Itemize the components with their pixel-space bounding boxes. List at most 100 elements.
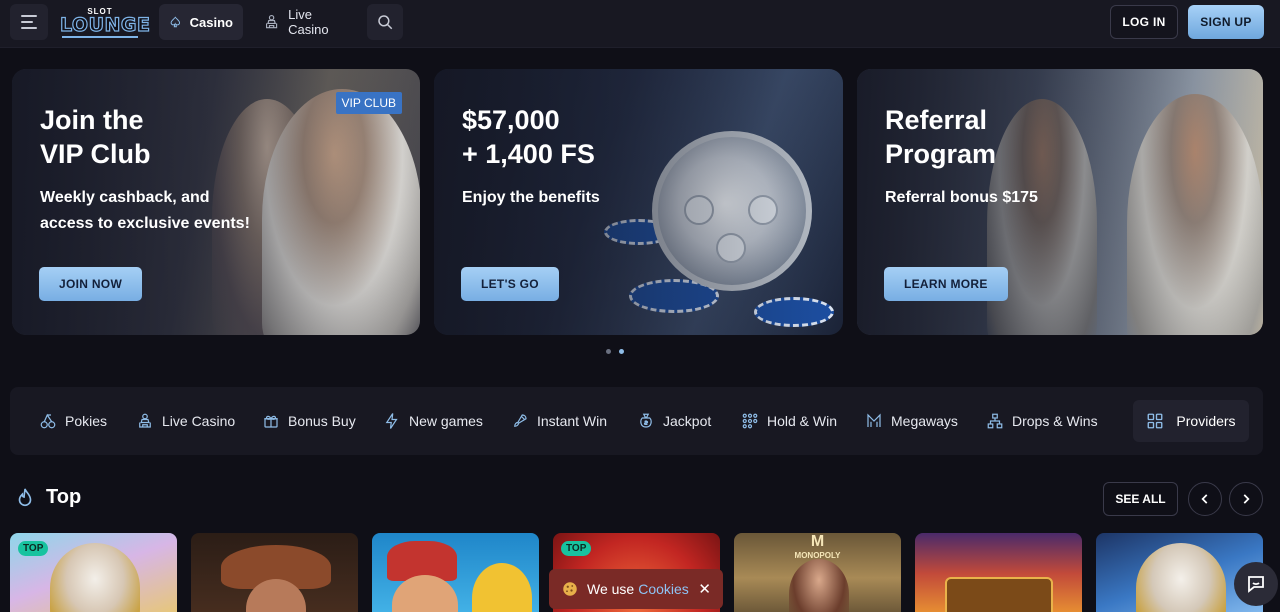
- banner-title: Referral Program: [885, 103, 996, 171]
- category-label: Jackpot: [663, 413, 712, 429]
- chat-button[interactable]: [1234, 562, 1278, 606]
- lets-go-button[interactable]: LET'S GO: [461, 267, 559, 301]
- game-art: [50, 543, 140, 612]
- menu-line: [21, 21, 33, 23]
- game-tile[interactable]: [372, 533, 539, 612]
- banner-text-line: Enjoy the benefits: [462, 189, 600, 206]
- category-label: New games: [409, 413, 483, 429]
- top-header: SLOT LOUNGE Casino Live Casino LOG IN SI…: [0, 0, 1280, 48]
- tab-live-casino[interactable]: Live Casino: [253, 4, 363, 40]
- category-megaways[interactable]: Megaways: [865, 409, 958, 433]
- carousel-dot[interactable]: [606, 349, 611, 354]
- category-new-games[interactable]: New games: [383, 409, 483, 433]
- signup-button[interactable]: SIGN UP: [1188, 5, 1264, 39]
- providers-label: Providers: [1176, 413, 1236, 429]
- game-tile[interactable]: M MONOPOLY: [734, 533, 901, 612]
- chat-icon: [1248, 576, 1264, 593]
- lightning-icon: [385, 413, 398, 429]
- login-button[interactable]: LOG IN: [1110, 5, 1178, 39]
- banner-title: Join the VIP Club: [40, 103, 151, 171]
- prev-button[interactable]: [1188, 482, 1222, 516]
- cookies-link[interactable]: Cookies: [638, 581, 689, 597]
- megaways-icon: [867, 413, 881, 427]
- category-label: Live Casino: [162, 413, 236, 429]
- money-bag-icon: [640, 413, 652, 428]
- vip-club-badge: VIP CLUB: [335, 92, 402, 114]
- category-drops-wins[interactable]: Drops & Wins: [986, 409, 1098, 433]
- category-hold-win[interactable]: Hold & Win: [741, 409, 837, 433]
- section-title-top: Top: [14, 486, 81, 509]
- category-instant-win[interactable]: Instant Win: [511, 409, 607, 433]
- top-badge: TOP: [561, 541, 592, 556]
- banner-text-line: access to exclusive events!: [40, 215, 250, 232]
- game-art: [1136, 543, 1226, 612]
- banner-text: Weekly cashback, and access to exclusive …: [40, 185, 250, 237]
- banner-title-line: $57,000: [462, 105, 560, 135]
- top-badge: TOP: [18, 541, 49, 556]
- cherries-icon: [40, 413, 56, 429]
- banner-text: Enjoy the benefits: [462, 185, 600, 211]
- dealer-icon: [139, 413, 151, 428]
- banner-text-line: Weekly cashback, and: [40, 189, 210, 206]
- game-tile[interactable]: TOP: [10, 533, 177, 612]
- banner-title-line: Program: [885, 139, 997, 169]
- category-label: Hold & Win: [767, 413, 838, 429]
- category-bar: Pokies Live Casino Bonus Buy New games I…: [10, 387, 1263, 455]
- category-label: Bonus Buy: [288, 413, 356, 429]
- banner-referral[interactable]: Referral Program Referral bonus $175 LEAR…: [857, 69, 1263, 335]
- site-logo[interactable]: SLOT LOUNGE: [59, 7, 151, 38]
- tab-casino-label: Casino: [189, 14, 233, 30]
- banner-title-line: VIP Club: [40, 139, 151, 169]
- section-title-label: Top: [46, 486, 82, 508]
- category-pokies[interactable]: Pokies: [39, 409, 107, 433]
- rocket-icon: [514, 414, 527, 427]
- game-tile[interactable]: [915, 533, 1082, 612]
- cookie-banner: We use Cookies ✕: [549, 569, 723, 609]
- cookie-icon: [563, 582, 577, 596]
- banner-title-line: Join the: [40, 105, 144, 135]
- close-cookie-button[interactable]: ✕: [698, 580, 711, 598]
- menu-button[interactable]: [10, 4, 48, 40]
- banner-vip-club[interactable]: VIP CLUB Join the VIP Club Weekly cashbac…: [12, 69, 420, 335]
- dealer-icon: [266, 14, 278, 29]
- search-button[interactable]: [367, 4, 403, 40]
- banner-title-line: Referral: [885, 105, 988, 135]
- category-label: Instant Win: [537, 413, 608, 429]
- next-button[interactable]: [1229, 482, 1263, 516]
- category-jackpot[interactable]: Jackpot: [637, 409, 711, 433]
- dots-grid-icon: [742, 413, 758, 429]
- learn-more-button[interactable]: LEARN MORE: [884, 267, 1008, 301]
- flame-icon: [18, 488, 32, 506]
- category-live-casino[interactable]: Live Casino: [136, 409, 235, 433]
- logo-main-text: LOUNGE: [59, 13, 151, 36]
- providers-button[interactable]: Providers: [1133, 400, 1249, 442]
- chevron-right-icon: [1243, 494, 1250, 504]
- tab-live-casino-label: Live Casino: [288, 7, 329, 37]
- game-tile[interactable]: [191, 533, 358, 612]
- gift-icon: [264, 415, 278, 428]
- carousel-dots: [606, 349, 624, 354]
- carousel-dot-active[interactable]: [619, 349, 624, 354]
- menu-line: [21, 27, 37, 29]
- game-art: [945, 577, 1053, 612]
- join-now-button[interactable]: JOIN NOW: [39, 267, 143, 301]
- category-label: Drops & Wins: [1012, 413, 1098, 429]
- game-art: [472, 563, 532, 612]
- logo-underline: [62, 36, 138, 38]
- banner-text-line: Referral bonus $175: [885, 189, 1038, 206]
- category-label: Pokies: [65, 413, 108, 429]
- monopoly-logo-m: M: [810, 533, 825, 550]
- category-bonus-buy[interactable]: Bonus Buy: [262, 409, 356, 433]
- menu-line: [21, 15, 37, 17]
- network-icon: [987, 413, 1003, 429]
- category-label: Megaways: [891, 413, 958, 429]
- grid-icon: [1147, 413, 1163, 429]
- see-all-button[interactable]: SEE ALL: [1103, 482, 1178, 516]
- game-art: [789, 559, 849, 612]
- chevron-left-icon: [1201, 494, 1208, 504]
- banner-title-line: + 1,400 FS: [462, 139, 595, 169]
- tab-casino[interactable]: Casino: [159, 4, 243, 40]
- banner-title: $57,000 + 1,400 FS: [462, 103, 595, 171]
- banner-bonus[interactable]: $57,000 + 1,400 FS Enjoy the benefits LET…: [434, 69, 843, 335]
- search-icon: [378, 15, 393, 30]
